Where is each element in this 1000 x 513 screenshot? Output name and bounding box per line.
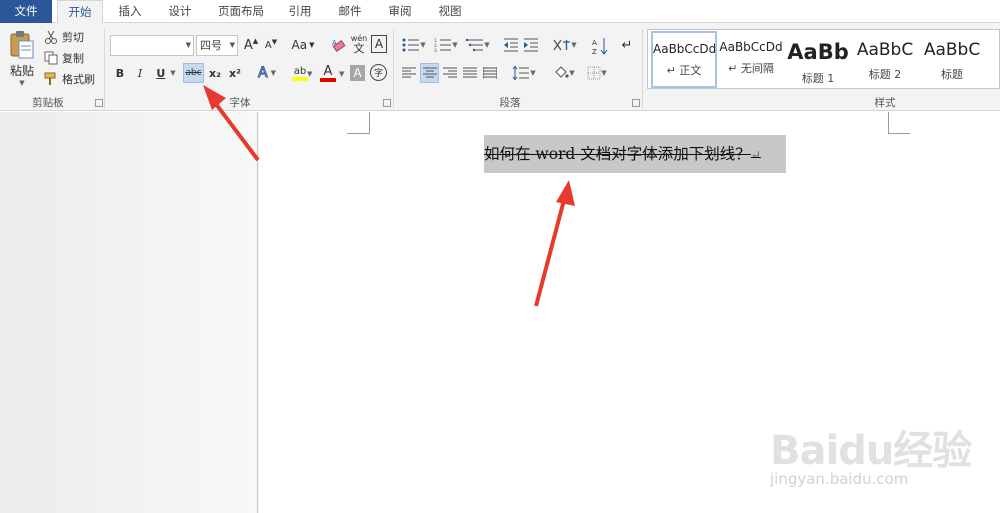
annotation-arrows — [203, 85, 575, 307]
arrow-to-strikethrough — [203, 85, 260, 162]
arrow-to-text — [534, 180, 575, 307]
